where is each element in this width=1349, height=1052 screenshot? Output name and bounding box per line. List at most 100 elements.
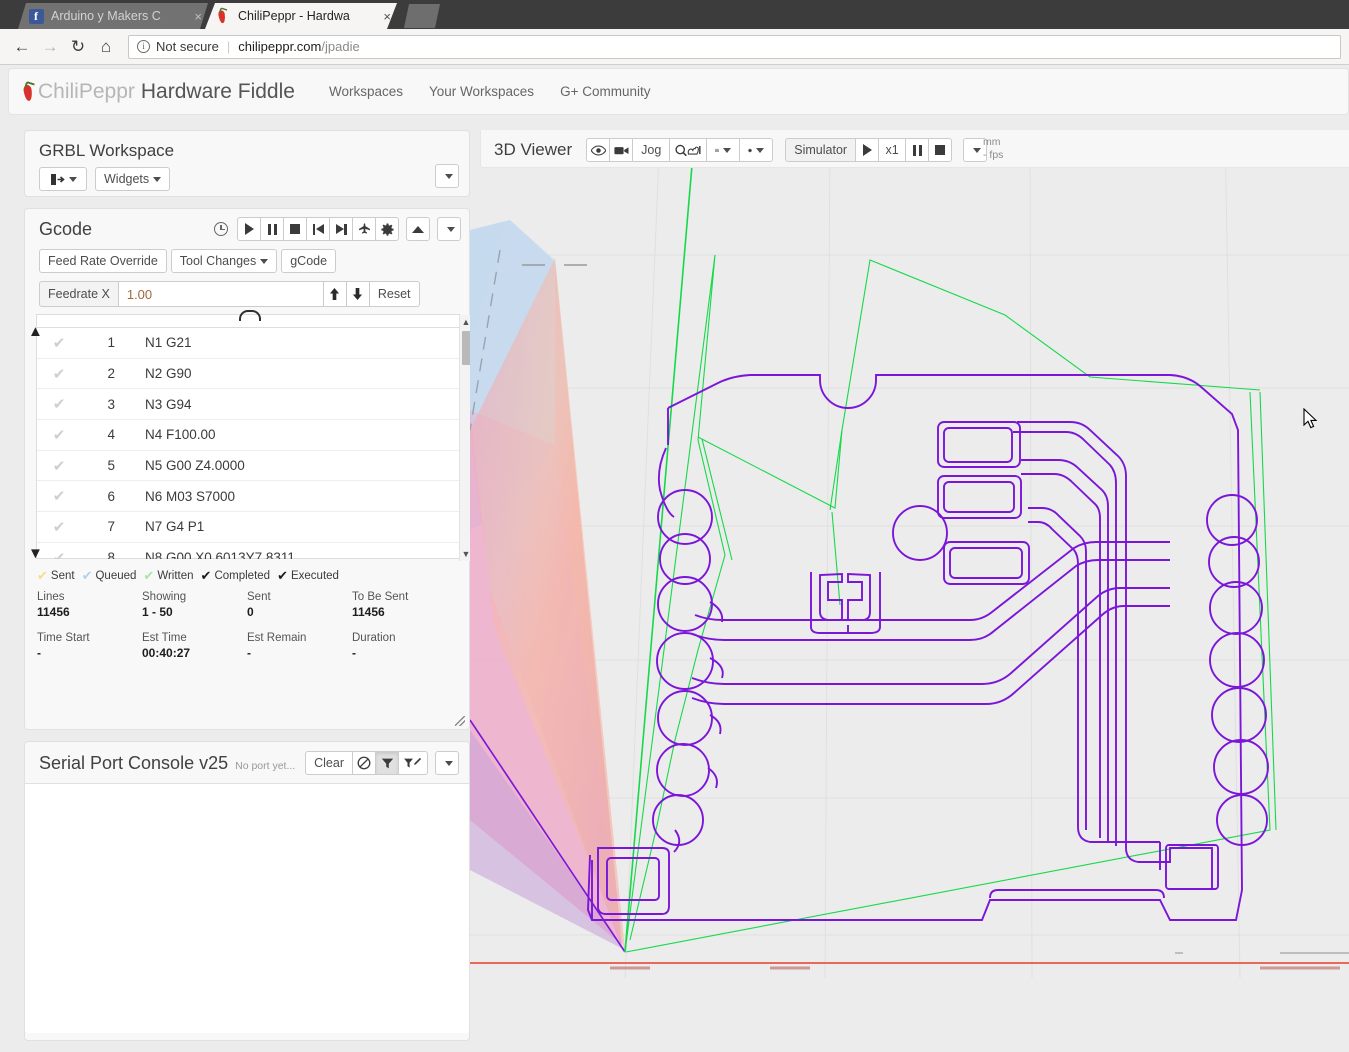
filter-edit-button[interactable] (398, 751, 428, 775)
close-icon[interactable]: × (194, 9, 202, 24)
serial-options-button[interactable] (435, 751, 459, 775)
pause-button[interactable] (260, 217, 284, 241)
gcode-row[interactable]: ✔ 6 N6 M03 S7000 (37, 481, 459, 513)
eye-button[interactable] (586, 138, 611, 162)
row-number: 3 (107, 396, 115, 412)
widgets-label: Widgets (104, 172, 150, 186)
grid-button[interactable] (706, 138, 741, 162)
gcode-row[interactable]: ✔ 1 N1 G21 (37, 328, 459, 359)
reload-icon[interactable]: ↻ (64, 33, 92, 61)
stop-icon (935, 145, 946, 155)
camera-button[interactable] (609, 138, 634, 162)
info-icon[interactable]: i (137, 40, 150, 53)
play-icon (244, 223, 254, 235)
close-icon[interactable]: × (383, 9, 391, 24)
gcode-list-handle[interactable] (37, 310, 459, 328)
3d-viewer-canvas[interactable] (470, 130, 1349, 978)
forward-icon[interactable]: → (36, 33, 64, 61)
workspace-toolbar: Widgets (25, 161, 469, 191)
filter-button[interactable] (375, 751, 399, 775)
widgets-button[interactable]: Widgets (95, 167, 171, 191)
gcode-collapse-button[interactable] (406, 217, 430, 241)
feedrate-increase-button[interactable] (322, 281, 347, 307)
simulator-play-button[interactable] (855, 138, 880, 162)
url-domain: chilipeppr.com (238, 39, 322, 54)
feedrate-decrease-button[interactable] (345, 281, 370, 307)
no-entry-icon (357, 756, 371, 770)
simulator-stop-button[interactable] (928, 138, 953, 162)
caret-down-icon (445, 173, 453, 179)
back-icon[interactable]: ← (8, 33, 36, 61)
gcode-row[interactable]: ✔ 4 N4 F100.00 (37, 420, 459, 451)
tab-title: ChiliPeppr - Hardwa (238, 9, 350, 23)
stop-button[interactable] (283, 217, 307, 241)
simulator-speed-button[interactable]: x1 (878, 138, 907, 162)
skip-to-end-icon (335, 223, 347, 235)
brand-logo[interactable]: ChiliPeppr Hardware Fiddle (21, 80, 295, 104)
legend-label: Queued (95, 569, 137, 582)
simulator-pause-button[interactable] (905, 138, 930, 162)
tool-changes-button[interactable]: Tool Changes (170, 249, 278, 273)
legend-item: ✔ Completed (201, 569, 271, 582)
open-workspace-button[interactable] (39, 167, 87, 191)
gcode-row[interactable]: ✔ 2 N2 G90 (37, 359, 459, 390)
skip-to-end-button[interactable] (329, 217, 353, 241)
address-bar[interactable]: i Not secure | chilipeppr.com /jpadie (128, 34, 1341, 59)
clear-button[interactable]: Clear (305, 751, 353, 775)
scroll-up-icon[interactable]: ▲ (28, 323, 43, 340)
viewer-settings-button[interactable] (739, 138, 774, 162)
simulator-button[interactable]: Simulator (785, 138, 857, 162)
stat-cell: Sent 0 (247, 591, 352, 619)
gcode-row[interactable]: ✔ 3 N3 G94 (37, 389, 459, 421)
play-button[interactable] (237, 217, 261, 241)
gcode-options-button[interactable] (437, 217, 461, 241)
nav-link-workspaces[interactable]: Workspaces (329, 84, 403, 99)
skip-to-start-button[interactable] (306, 217, 330, 241)
browser-tab-inactive[interactable]: f Arduino y Makers C × (18, 3, 208, 29)
gcode-panel-header: Gcode (25, 209, 469, 241)
stat-value: 11456 (37, 605, 70, 619)
zoom-pan-button[interactable] (669, 138, 708, 162)
gcode-button[interactable]: gCode (281, 249, 337, 273)
clock-icon[interactable] (214, 222, 228, 236)
new-tab-button[interactable] (404, 4, 440, 28)
browser-tab-active[interactable]: ChiliPeppr - Hardwa × (205, 3, 397, 29)
row-status-check-icon: ✔ (52, 457, 66, 475)
row-number: 2 (107, 366, 115, 382)
gcode-rows-container: ✔ 1 N1 G21 ✔ 2 N2 G90 ✔ 3 N3 G94 ✔ 4 N4 F100.00 ✔ 5 N5… (37, 328, 459, 559)
legend-check-icon: ✔ (81, 568, 93, 583)
airplane-icon (358, 222, 370, 234)
feedrate-input[interactable] (118, 281, 323, 307)
stat-cell: Est Time 00:40:27 (142, 632, 247, 660)
resize-grip[interactable] (455, 716, 465, 726)
row-status-check-icon: ✔ (52, 426, 66, 444)
gcode-row[interactable]: ✔ 5 N5 G00 Z4.0000 (37, 451, 459, 482)
stat-value: - (247, 646, 251, 660)
no-entry-button[interactable] (352, 751, 376, 775)
nav-link-your-workspaces[interactable]: Your Workspaces (429, 84, 534, 99)
scroll-down-icon[interactable]: ▼ (28, 545, 43, 562)
feed-rate-override-button[interactable]: Feed Rate Override (39, 249, 167, 273)
stat-label: Time Start (37, 632, 90, 644)
nav-link-gplus-community[interactable]: G+ Community (560, 84, 650, 99)
gcode-line-list[interactable]: ✔ 1 N1 G21 ✔ 2 N2 G90 ✔ 3 N3 G94 ✔ 4 N4 F100.00 ✔ 5 N5… (28, 310, 472, 562)
row-number: 8 (107, 550, 115, 559)
chevron-up-icon (412, 225, 424, 233)
gcode-statistics: Lines 11456 Showing 1 - 50 Sent 0 To Be Sent 11… (37, 591, 457, 663)
row-code: N5 G00 Z4.0000 (145, 458, 245, 474)
row-status-check-icon: ✔ (52, 334, 66, 352)
row-number: 5 (107, 458, 115, 474)
gcode-row[interactable]: ✔ 7 N7 G4 P1 (37, 512, 459, 543)
3d-viewer[interactable]: 3D Viewer Jog Simulator x1 mm - fps (470, 130, 1349, 978)
legend-item: ✔ Written (143, 569, 193, 582)
serial-console-output[interactable] (25, 783, 469, 1033)
home-icon[interactable]: ⌂ (92, 33, 120, 61)
gcode-title: Gcode (39, 218, 93, 239)
gcode-row[interactable]: ✔ 8 N8 G00 X0.6013Y7.8311 (37, 543, 459, 559)
airplane-button[interactable] (352, 217, 376, 241)
workspace-options-button[interactable] (435, 164, 459, 188)
jog-button[interactable]: Jog (632, 138, 671, 162)
stat-cell: Showing 1 - 50 (142, 591, 247, 619)
feedrate-reset-button[interactable]: Reset (368, 281, 420, 307)
gcode-settings-button[interactable] (375, 217, 399, 241)
